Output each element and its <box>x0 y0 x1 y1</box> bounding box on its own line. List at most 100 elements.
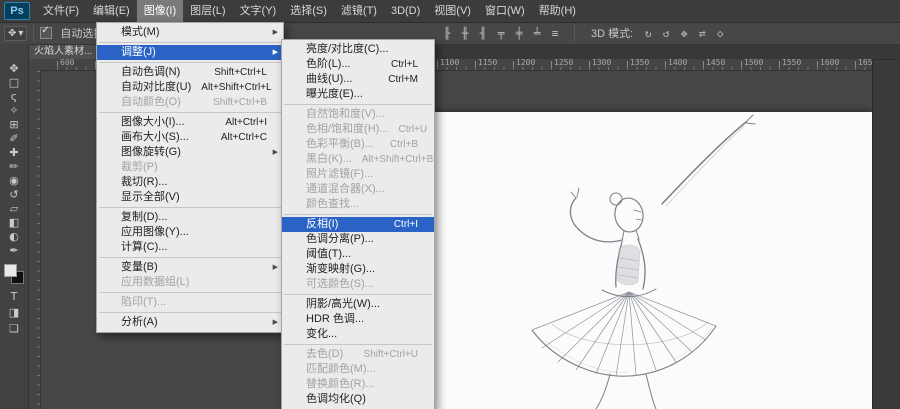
menu-item[interactable]: 色相/饱和度(H)... Ctrl+U <box>282 122 434 137</box>
menubar-item[interactable]: 文件(F) <box>36 0 86 22</box>
menubar-item[interactable]: 窗口(W) <box>478 0 532 22</box>
clone-stamp-tool-icon[interactable]: ◉ <box>0 174 28 188</box>
brush-tool-icon[interactable]: ✏ <box>0 160 28 174</box>
marquee-tool-icon[interactable]: □ <box>0 76 28 90</box>
align-vertical-centers-icon[interactable]: ╪ <box>512 27 526 40</box>
history-brush-tool-icon[interactable]: ↺ <box>0 188 28 202</box>
menu-item[interactable]: 阴影/高光(W)... <box>282 297 434 312</box>
menu-item[interactable]: 应用图像(Y)... <box>97 225 283 240</box>
vertical-ruler[interactable] <box>28 71 41 409</box>
ruler-tick: 1600 <box>817 59 855 70</box>
ruler-tick: 1550 <box>779 59 817 70</box>
menu-item[interactable]: 应用数据组(L) <box>97 275 283 290</box>
menu-item[interactable]: 复制(D)... <box>97 210 283 225</box>
menu-item[interactable]: 计算(C)... <box>97 240 283 255</box>
menu-item[interactable]: 渐变映射(G)... <box>282 262 434 277</box>
menu-item[interactable]: 色彩平衡(B)... Ctrl+B <box>282 137 434 152</box>
menu-item[interactable]: 调整(J) <box>97 45 283 60</box>
menubar-item[interactable]: 3D(D) <box>384 0 427 22</box>
menu-item[interactable]: 去色(D) Shift+Ctrl+U <box>282 347 434 362</box>
menu-item[interactable]: 图像旋转(G) <box>97 145 283 160</box>
menu-item[interactable]: 分析(A) <box>97 315 283 330</box>
align-top-edges-icon[interactable]: ╤ <box>494 27 508 40</box>
lasso-tool-icon[interactable]: ς <box>0 90 28 104</box>
menu-item[interactable]: HDR 色调... <box>282 312 434 327</box>
dodge-tool-icon[interactable]: ◐ <box>0 230 28 244</box>
menubar-item[interactable]: 图像(I) <box>136 0 184 22</box>
menu-item[interactable]: 阈值(T)... <box>282 247 434 262</box>
menu-item[interactable]: 反相(I) Ctrl+I <box>282 217 434 232</box>
menubar-item[interactable]: 图层(L) <box>183 0 232 22</box>
auto-select-checkbox[interactable] <box>40 25 53 39</box>
menu-item[interactable]: 颜色查找... <box>282 197 434 212</box>
menu-item[interactable]: 自动颜色(O) Shift+Ctrl+B <box>97 95 283 110</box>
3d-drag-icon[interactable]: ✥ <box>677 27 691 40</box>
crop-tool-icon[interactable]: ⊞ <box>0 118 28 132</box>
color-swatches <box>0 262 28 286</box>
menu-item[interactable]: 画布大小(S)... Alt+Ctrl+C <box>97 130 283 145</box>
menu-item[interactable]: 显示全部(V) <box>97 190 283 205</box>
menu-item[interactable]: 黑白(K)... Alt+Shift+Ctrl+B <box>282 152 434 167</box>
menubar-item[interactable]: 文字(Y) <box>233 0 284 22</box>
document-canvas[interactable] <box>424 112 872 409</box>
menu-item[interactable]: 亮度/对比度(C)... <box>282 42 434 57</box>
menu-item[interactable]: 替换颜色(R)... <box>282 377 434 392</box>
divider <box>574 25 575 41</box>
menu-item[interactable]: 色调均化(Q) <box>282 392 434 407</box>
quick-selection-tool-icon[interactable]: ✧ <box>0 104 28 118</box>
menu-item[interactable]: 匹配颜色(M)... <box>282 362 434 377</box>
menu-item[interactable]: 陷印(T)... <box>97 295 283 310</box>
type-tool-icon[interactable]: T <box>0 290 28 304</box>
menu-item[interactable]: 自然饱和度(V)... <box>282 107 434 122</box>
3d-slide-icon[interactable]: ⇄ <box>695 27 709 40</box>
menu-item[interactable]: 自动色调(N) Shift+Ctrl+L <box>97 65 283 80</box>
distribute-icon[interactable]: ≡ <box>548 27 562 40</box>
menu-item[interactable]: 变化... <box>282 327 434 342</box>
align-horizontal-centers-icon[interactable]: ╫ <box>458 27 472 40</box>
menu-item[interactable]: 照片滤镜(F)... <box>282 167 434 182</box>
menu-item[interactable]: 自动对比度(U) Alt+Shift+Ctrl+L <box>97 80 283 95</box>
menubar-item[interactable]: 编辑(E) <box>86 0 137 22</box>
menubar-item[interactable]: 选择(S) <box>283 0 334 22</box>
ruler-tick: 1650 <box>855 59 872 70</box>
menubar-item[interactable]: 帮助(H) <box>532 0 583 22</box>
3d-roll-icon[interactable]: ↺ <box>659 27 673 40</box>
menu-item[interactable]: 曲线(U)... Ctrl+M <box>282 72 434 87</box>
3d-rotate-icon[interactable]: ↻ <box>641 27 655 40</box>
tools-panel: ✥ □ ς ✧ ⊞ ✐ ✚ ✏ ◉ ↺ ▱ ◧ ◐ ✒ T ◨ ❏ <box>0 44 29 409</box>
menu-item[interactable]: 变量(B) <box>97 260 283 275</box>
menubar-item[interactable]: 滤镜(T) <box>334 0 384 22</box>
photoshop-logo: Ps <box>4 2 30 20</box>
menu-item[interactable]: 曝光度(E)... <box>282 87 434 102</box>
3d-mode-label: 3D 模式: <box>591 28 634 40</box>
quick-mask-icon[interactable]: ◨ <box>0 306 28 320</box>
ruler-tick: 1150 <box>475 59 513 70</box>
menu-item[interactable]: 裁切(R)... <box>97 175 283 190</box>
foreground-color-swatch[interactable] <box>4 264 17 277</box>
menu-item[interactable]: 色阶(L)... Ctrl+L <box>282 57 434 72</box>
right-panel-strip <box>872 44 900 409</box>
divider <box>33 25 35 41</box>
move-tool-icon[interactable]: ✥ <box>0 62 28 76</box>
screen-mode-icon[interactable]: ❏ <box>0 322 28 336</box>
menu-item[interactable]: 模式(M) <box>97 25 283 40</box>
align-bottom-edges-icon[interactable]: ╧ <box>530 27 544 40</box>
ruler-tick: 1500 <box>741 59 779 70</box>
menu-item[interactable]: 通道混合器(X)... <box>282 182 434 197</box>
align-right-edges-icon[interactable]: ╢ <box>476 27 490 40</box>
menu-bar: Ps 文件(F) 编辑(E) 图像(I) 图层(L) 文字(Y) 选择(S) 滤… <box>0 0 900 23</box>
photoshop-window: Ps 文件(F) 编辑(E) 图像(I) 图层(L) 文字(Y) 选择(S) 滤… <box>0 0 900 409</box>
menu-item[interactable]: 色调分离(P)... <box>282 232 434 247</box>
healing-brush-tool-icon[interactable]: ✚ <box>0 146 28 160</box>
eraser-tool-icon[interactable]: ▱ <box>0 202 28 216</box>
3d-scale-icon[interactable]: ◇ <box>713 27 727 40</box>
align-left-edges-icon[interactable]: ╟ <box>440 27 454 40</box>
tool-preset-picker[interactable]: ✥ ▾ <box>4 25 28 41</box>
eyedropper-tool-icon[interactable]: ✐ <box>0 132 28 146</box>
menu-item[interactable]: 裁剪(P) <box>97 160 283 175</box>
menubar-item[interactable]: 视图(V) <box>427 0 478 22</box>
pen-tool-icon[interactable]: ✒ <box>0 244 28 258</box>
menu-item[interactable]: 可选颜色(S)... <box>282 277 434 292</box>
menu-item[interactable]: 图像大小(I)... Alt+Ctrl+I <box>97 115 283 130</box>
gradient-tool-icon[interactable]: ◧ <box>0 216 28 230</box>
